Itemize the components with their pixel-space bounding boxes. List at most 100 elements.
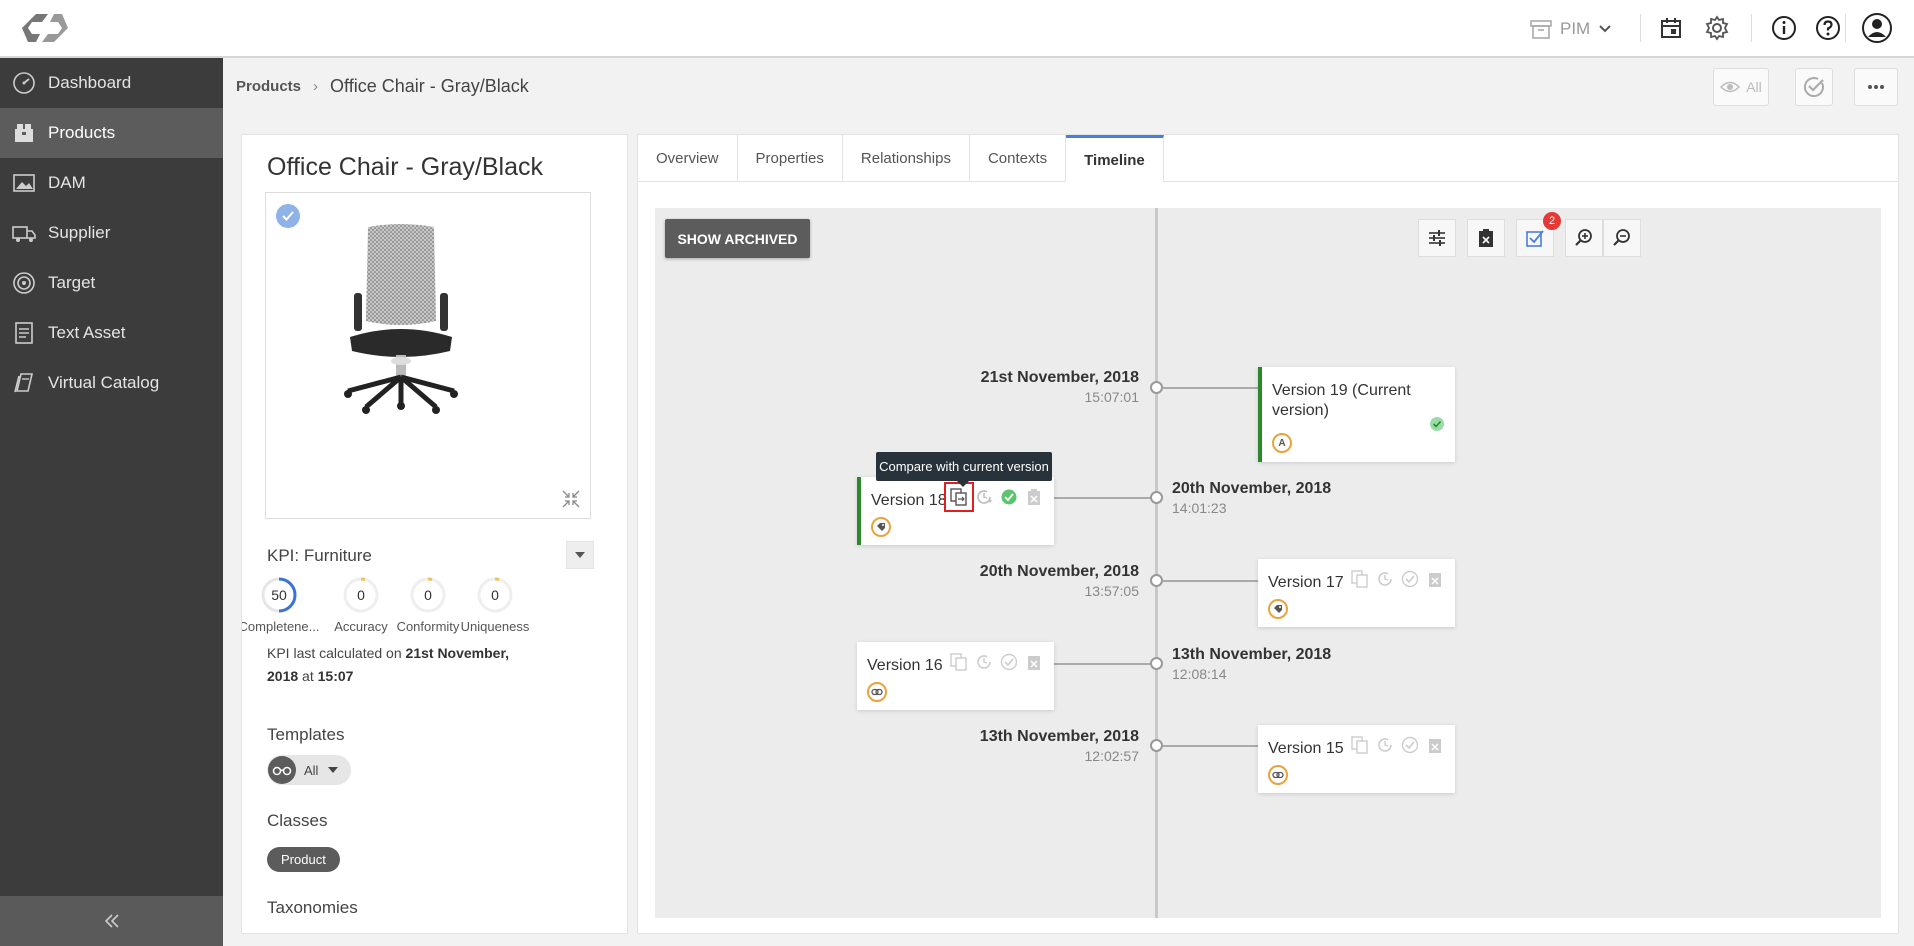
sidebar-item-dashboard[interactable]: Dashboard <box>0 58 223 108</box>
approve-version-icon[interactable] <box>1400 735 1420 755</box>
approve-version-icon[interactable] <box>999 487 1019 507</box>
templates-heading: Templates <box>267 725 345 744</box>
more-options-button[interactable] <box>1854 68 1898 106</box>
compare-icon[interactable] <box>944 482 974 512</box>
delete-icon[interactable] <box>1425 569 1445 589</box>
timeline-canvas[interactable]: SHOW ARCHIVED 2 21st November, 2018 15:0… <box>655 208 1881 918</box>
version-actions <box>949 652 1044 672</box>
breadcrumb-products-link[interactable]: Products <box>236 78 301 95</box>
sidebar-item-dam[interactable]: DAM <box>0 158 223 208</box>
compare-icon[interactable] <box>949 652 969 672</box>
kpi-value: 0 <box>424 587 432 603</box>
tab-overview[interactable]: Overview <box>638 135 738 182</box>
version-title: Version 18 <box>871 492 947 509</box>
kpi-value: 0 <box>491 587 499 603</box>
breadcrumb: Products › Office Chair - Gray/Black <box>236 76 529 97</box>
approve-version-icon[interactable] <box>999 652 1019 672</box>
calendar-icon[interactable] <box>1655 12 1687 44</box>
kpi-uniqueness: 0 Uniqueness <box>450 577 540 634</box>
version-card-16[interactable]: Version 16 <box>857 642 1054 710</box>
workspace-selector[interactable]: PIM <box>1530 14 1612 44</box>
timeline-node[interactable] <box>1150 657 1163 670</box>
version-card-18[interactable]: Version 18 <box>857 477 1054 545</box>
templates-selector[interactable]: All <box>267 755 351 785</box>
restore-icon[interactable] <box>974 487 994 507</box>
restore-icon[interactable] <box>974 652 994 672</box>
user-icon[interactable] <box>1861 12 1893 44</box>
timeline-node[interactable] <box>1150 491 1163 504</box>
sliders-icon <box>1427 229 1447 247</box>
zoom-in-button[interactable] <box>1565 219 1603 257</box>
gear-icon[interactable] <box>1701 12 1733 44</box>
sidebar-item-virtual-catalog[interactable]: Virtual Catalog <box>0 358 223 408</box>
compare-icon[interactable] <box>1350 569 1370 589</box>
zoom-in-icon <box>1574 228 1594 248</box>
timeline-node[interactable] <box>1150 381 1163 394</box>
double-chevron-left-icon <box>103 913 121 929</box>
product-title: Office Chair - Gray/Black <box>267 153 544 181</box>
delete-icon[interactable] <box>1024 652 1044 672</box>
tab-relationships[interactable]: Relationships <box>843 135 970 182</box>
app-logo[interactable] <box>22 10 68 46</box>
clipboard-button[interactable] <box>1467 219 1505 257</box>
kpi-metric-label: Uniqueness <box>460 619 530 634</box>
version-card-17[interactable]: Version 17 <box>1258 559 1455 627</box>
approve-version-icon[interactable] <box>1400 569 1420 589</box>
version-card-19[interactable]: Version 19 (Current version) A <box>1258 367 1455 462</box>
filter-button[interactable] <box>1418 219 1456 257</box>
view-all-button[interactable]: All <box>1713 68 1769 106</box>
timeline-time: 13:57:05 <box>1084 583 1140 599</box>
tab-properties[interactable]: Properties <box>738 135 843 182</box>
class-chip[interactable]: Product <box>267 847 340 872</box>
sidebar-item-supplier[interactable]: Supplier <box>0 208 223 258</box>
timeline-date: 13th November, 2018 <box>979 728 1139 745</box>
office-chair-image <box>344 224 458 414</box>
timeline-node[interactable] <box>1150 739 1163 752</box>
restore-icon[interactable] <box>1375 735 1395 755</box>
collapse-arrows-icon[interactable] <box>562 490 580 508</box>
zoom-out-button[interactable] <box>1603 219 1641 257</box>
speedometer-icon <box>10 69 38 97</box>
restore-icon[interactable] <box>1375 569 1395 589</box>
attribute-tag-icon: A <box>1272 433 1292 453</box>
kpi-header: KPI: Furniture <box>267 541 594 571</box>
kpi-dropdown-button[interactable] <box>566 541 594 569</box>
timeline-time: 15:07:01 <box>1084 389 1140 405</box>
info-icon[interactable] <box>1768 12 1800 44</box>
checkbox-icon <box>1525 228 1545 248</box>
timeline-date: 13th November, 2018 <box>1172 646 1332 663</box>
timeline-node[interactable] <box>1150 574 1163 587</box>
delete-icon[interactable] <box>1425 735 1445 755</box>
tab-timeline[interactable]: Timeline <box>1066 135 1164 182</box>
tag-icon <box>1268 599 1288 619</box>
compare-icon[interactable] <box>1350 735 1370 755</box>
sidebar-item-text-asset[interactable]: Text Asset <box>0 308 223 358</box>
tab-contexts[interactable]: Contexts <box>970 135 1067 182</box>
taxonomies-heading: Taxonomies <box>267 898 358 917</box>
show-archived-button[interactable]: SHOW ARCHIVED <box>665 219 810 258</box>
kpi-value: 0 <box>357 587 365 603</box>
taxonomy-chip[interactable] <box>267 933 337 934</box>
chevron-right-icon: › <box>313 78 319 95</box>
sidebar-item-products[interactable]: Products <box>0 108 223 158</box>
version-card-15[interactable]: Version 15 <box>1258 725 1455 793</box>
select-versions-button[interactable]: 2 <box>1516 212 1561 257</box>
eye-icon <box>1720 80 1741 94</box>
tag-icon <box>871 517 891 537</box>
sidebar-item-target[interactable]: Target <box>0 258 223 308</box>
top-bar: PIM <box>0 0 1914 58</box>
glasses-icon <box>268 756 296 784</box>
approve-button[interactable] <box>1795 68 1833 106</box>
archive-icon <box>1530 19 1552 39</box>
timeline-time: 12:08:14 <box>1172 666 1227 682</box>
delete-icon[interactable] <box>1024 487 1044 507</box>
help-icon[interactable] <box>1812 12 1844 44</box>
collapse-sidebar-button[interactable] <box>0 896 223 946</box>
selected-check-icon[interactable] <box>276 204 300 228</box>
product-detail-panel: Overview Properties Relationships Contex… <box>637 134 1899 934</box>
catalog-icon <box>10 369 38 397</box>
breadcrumb-current: Office Chair - Gray/Black <box>330 76 529 96</box>
product-summary-panel: Office Chair - Gray/Black KPI: Furniture <box>241 134 628 934</box>
workspace-label: PIM <box>1560 19 1591 38</box>
timeline-time: 12:02:57 <box>1084 748 1140 764</box>
